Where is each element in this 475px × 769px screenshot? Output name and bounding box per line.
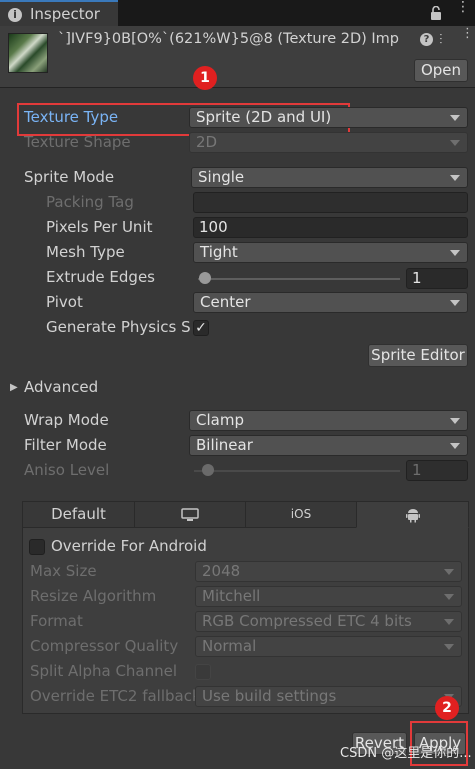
compressor-quality-value: Normal bbox=[202, 637, 257, 655]
chevron-down-icon bbox=[444, 644, 454, 650]
menu-icon[interactable]: ⋮ bbox=[461, 27, 474, 40]
pivot-dropdown[interactable]: Center bbox=[193, 292, 468, 313]
csdn-watermark: CSDN @这里是你的... bbox=[340, 746, 472, 761]
tab-android[interactable] bbox=[356, 501, 469, 528]
pixels-per-unit-label: Pixels Per Unit bbox=[46, 218, 153, 236]
window-tab-bar: i Inspector ⋮ bbox=[0, 0, 475, 26]
aniso-slider-thumb bbox=[202, 464, 214, 476]
android-icon bbox=[405, 508, 420, 522]
format-value: RGB Compressed ETC 4 bits bbox=[202, 612, 412, 630]
resize-algorithm-dropdown: Mitchell bbox=[195, 586, 462, 607]
more-menu-icon[interactable]: ⋮ bbox=[456, 0, 470, 14]
filter-mode-value: Bilinear bbox=[196, 436, 253, 454]
sprite-mode-label: Sprite Mode bbox=[24, 168, 115, 186]
sprite-mode-value: Single bbox=[198, 168, 245, 186]
aniso-level-field: 1 bbox=[406, 460, 468, 481]
packing-tag-label: Packing Tag bbox=[46, 193, 134, 211]
override-etc2-value: Use build settings bbox=[202, 687, 337, 705]
texture-type-value: Sprite (2D and UI) bbox=[196, 108, 332, 126]
pixels-per-unit-field[interactable]: 100 bbox=[193, 217, 468, 238]
chevron-down-icon bbox=[450, 115, 460, 121]
chevron-down-icon bbox=[450, 443, 460, 449]
chevron-down-icon bbox=[444, 619, 454, 625]
asset-title: `]IVF9}0B[O%`(621%W}5@8 (Texture 2D) Imp bbox=[58, 31, 400, 47]
texture-type-dropdown[interactable]: Sprite (2D and UI) bbox=[189, 107, 468, 128]
max-size-label: Max Size bbox=[30, 562, 97, 580]
format-label: Format bbox=[30, 612, 83, 630]
pivot-label: Pivot bbox=[46, 293, 83, 311]
mesh-type-value: Tight bbox=[200, 243, 238, 261]
advanced-foldout[interactable]: Advanced bbox=[24, 378, 98, 396]
override-android-label: Override For Android bbox=[51, 537, 207, 555]
foldout-arrow-icon[interactable]: ▶ bbox=[10, 382, 18, 393]
resize-algorithm-value: Mitchell bbox=[202, 587, 261, 605]
texture-shape-label: Texture Shape bbox=[24, 133, 131, 151]
annotation-badge-1: 1 bbox=[193, 66, 217, 90]
platform-settings-panel bbox=[22, 501, 469, 714]
extrude-edges-label: Extrude Edges bbox=[46, 268, 155, 286]
override-etc2-dropdown: Use build settings bbox=[195, 686, 462, 707]
wrap-mode-dropdown[interactable]: Clamp bbox=[189, 410, 468, 431]
texture-shape-value: 2D bbox=[196, 133, 218, 151]
sprite-mode-dropdown[interactable]: Single bbox=[191, 167, 468, 188]
generate-physics-checkbox[interactable]: ✓ bbox=[193, 320, 209, 336]
texture-thumbnail bbox=[8, 33, 48, 73]
chevron-down-icon bbox=[450, 140, 460, 146]
filter-mode-label: Filter Mode bbox=[24, 436, 107, 454]
texture-type-label: Texture Type bbox=[24, 108, 119, 126]
presets-icon[interactable]: ⫶ bbox=[439, 32, 443, 48]
compressor-quality-dropdown: Normal bbox=[195, 636, 462, 657]
compressor-quality-label: Compressor Quality bbox=[30, 637, 179, 655]
help-icon[interactable]: ? bbox=[420, 33, 433, 46]
annotation-badge-2: 2 bbox=[435, 696, 459, 720]
chevron-down-icon bbox=[450, 300, 460, 306]
filter-mode-dropdown[interactable]: Bilinear bbox=[189, 435, 468, 456]
chevron-down-icon bbox=[444, 569, 454, 575]
override-etc2-label: Override ETC2 fallback bbox=[30, 687, 195, 705]
packing-tag-field bbox=[193, 192, 468, 213]
pivot-value: Center bbox=[200, 293, 251, 311]
wrap-mode-value: Clamp bbox=[196, 411, 244, 429]
info-icon: i bbox=[8, 8, 22, 22]
tab-default[interactable]: Default bbox=[22, 501, 135, 528]
chevron-down-icon bbox=[444, 594, 454, 600]
tab-ios[interactable]: iOS bbox=[245, 501, 357, 528]
resize-algorithm-label: Resize Algorithm bbox=[30, 587, 157, 605]
chevron-down-icon bbox=[450, 418, 460, 424]
override-android-checkbox[interactable] bbox=[29, 539, 45, 555]
split-alpha-checkbox bbox=[195, 664, 211, 680]
extrude-edges-slider-track[interactable] bbox=[198, 278, 400, 280]
monitor-icon bbox=[181, 507, 199, 521]
aniso-slider-track bbox=[194, 470, 400, 472]
tab-standalone[interactable] bbox=[134, 501, 246, 528]
inspector-header: `]IVF9}0B[O%`(621%W}5@8 (Texture 2D) Imp… bbox=[0, 26, 475, 88]
open-button[interactable]: Open bbox=[414, 59, 468, 82]
inspector-tab-label: Inspector bbox=[30, 5, 100, 23]
chevron-down-icon bbox=[450, 175, 460, 181]
sprite-editor-button[interactable]: Sprite Editor bbox=[368, 344, 468, 367]
split-alpha-label: Split Alpha Channel bbox=[30, 662, 178, 680]
aniso-level-label: Aniso Level bbox=[24, 461, 110, 479]
chevron-down-icon bbox=[450, 250, 460, 256]
texture-shape-dropdown: 2D bbox=[189, 132, 468, 153]
generate-physics-label: Generate Physics Sl bbox=[46, 318, 190, 336]
lock-icon[interactable] bbox=[430, 5, 442, 24]
wrap-mode-label: Wrap Mode bbox=[24, 411, 109, 429]
max-size-value: 2048 bbox=[202, 562, 241, 580]
mesh-type-label: Mesh Type bbox=[46, 243, 125, 261]
format-dropdown: RGB Compressed ETC 4 bits bbox=[195, 611, 462, 632]
mesh-type-dropdown[interactable]: Tight bbox=[193, 242, 468, 263]
extrude-edges-field[interactable]: 1 bbox=[406, 268, 468, 289]
max-size-dropdown: 2048 bbox=[195, 561, 462, 582]
extrude-edges-slider-thumb[interactable] bbox=[199, 272, 211, 284]
inspector-tab[interactable]: i Inspector bbox=[0, 0, 118, 26]
